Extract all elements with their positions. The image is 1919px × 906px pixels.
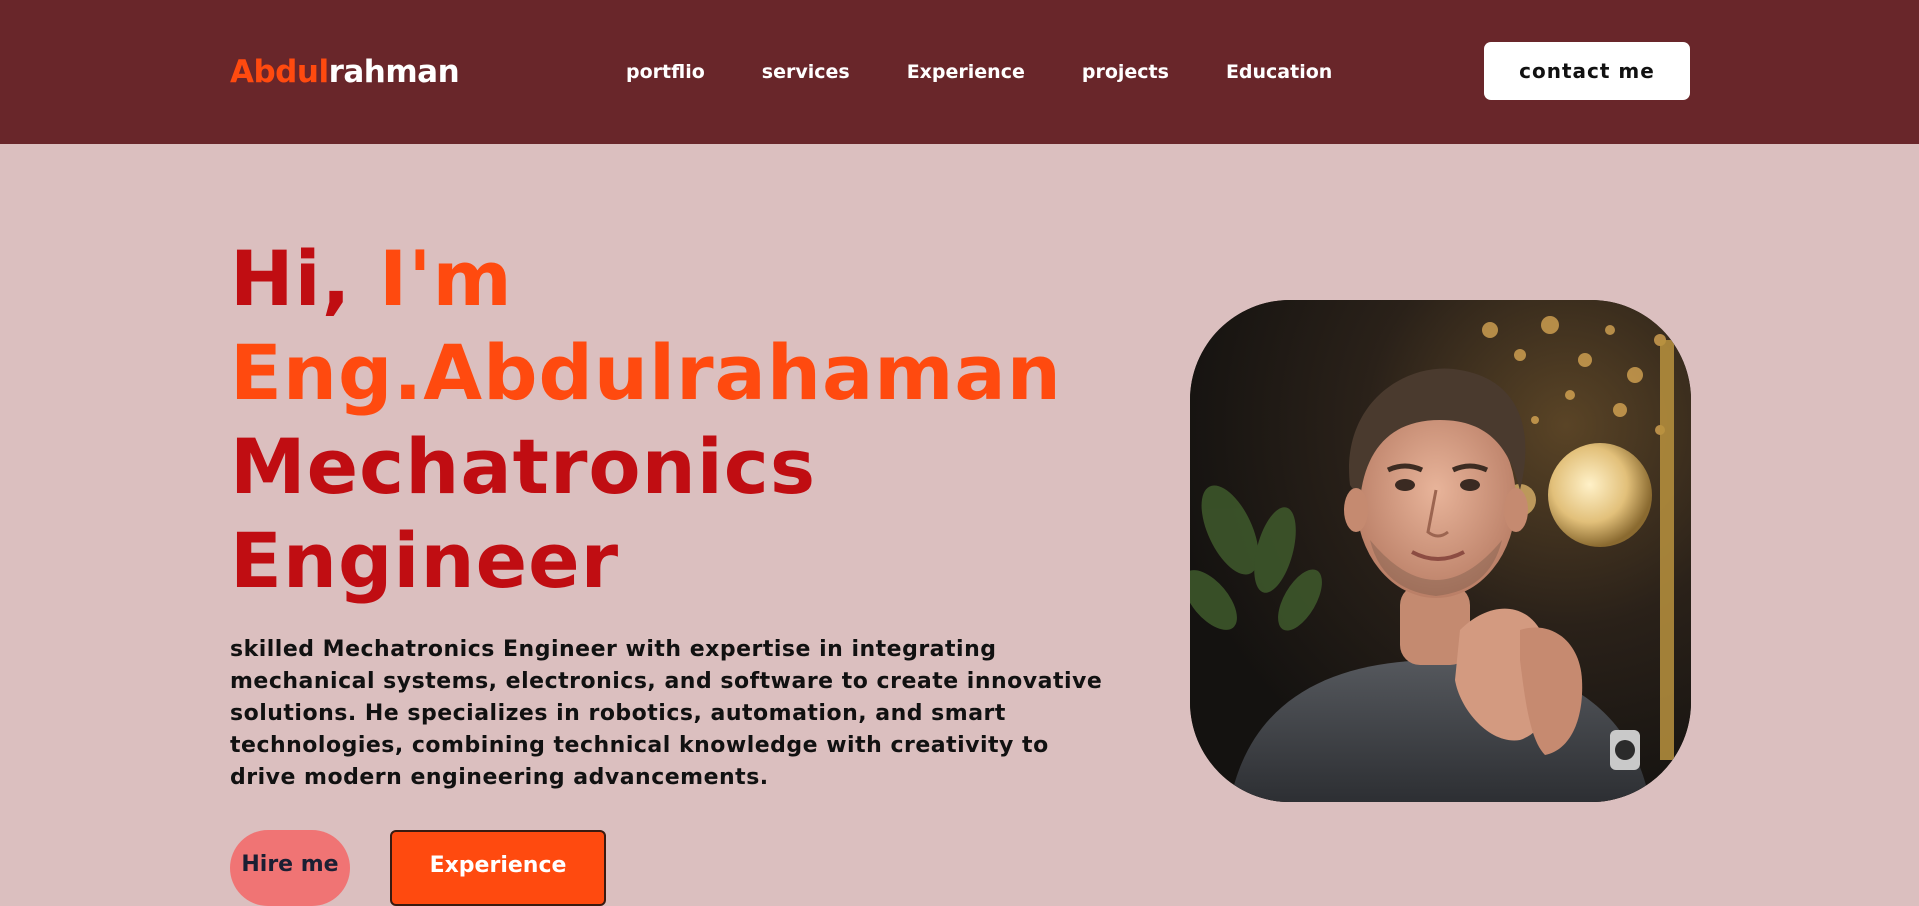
nav-link-portfolio[interactable]: portflio [626, 58, 705, 86]
hero-name: Eng.Abdulrahaman [230, 328, 1062, 417]
logo-part-rahman: rahman [328, 54, 460, 90]
nav-link-services[interactable]: services [762, 58, 850, 86]
nav-link-projects[interactable]: projects [1082, 58, 1169, 86]
navbar: Abdulrahman portflio services Experience… [0, 0, 1919, 144]
contact-me-button[interactable]: contact me [1484, 42, 1690, 100]
hero-title-line-1: Hi, I'm [230, 232, 1062, 326]
hero-role-line-2: Engineer [230, 516, 620, 605]
hero-im: I'm [379, 234, 513, 323]
hero-role-line-1: Mechatronics [230, 422, 817, 511]
profile-photo-illustration [1190, 300, 1691, 802]
site-logo[interactable]: Abdulrahman [230, 50, 460, 94]
logo-part-abdul: Abdul [230, 54, 329, 90]
hero-description: skilled Mechatronics Engineer with exper… [230, 637, 1103, 790]
hire-me-button[interactable]: Hire me [230, 830, 350, 906]
main-nav: portflio services Experience projects Ed… [626, 58, 1389, 86]
hero-title: Hi, I'm Eng.Abdulrahaman Mechatronics En… [230, 232, 1062, 608]
hero-greeting: Hi, [230, 234, 379, 323]
nav-link-experience[interactable]: Experience [907, 58, 1025, 86]
experience-button[interactable]: Experience [390, 830, 606, 906]
nav-link-education[interactable]: Education [1226, 58, 1332, 86]
profile-photo [1190, 300, 1691, 802]
